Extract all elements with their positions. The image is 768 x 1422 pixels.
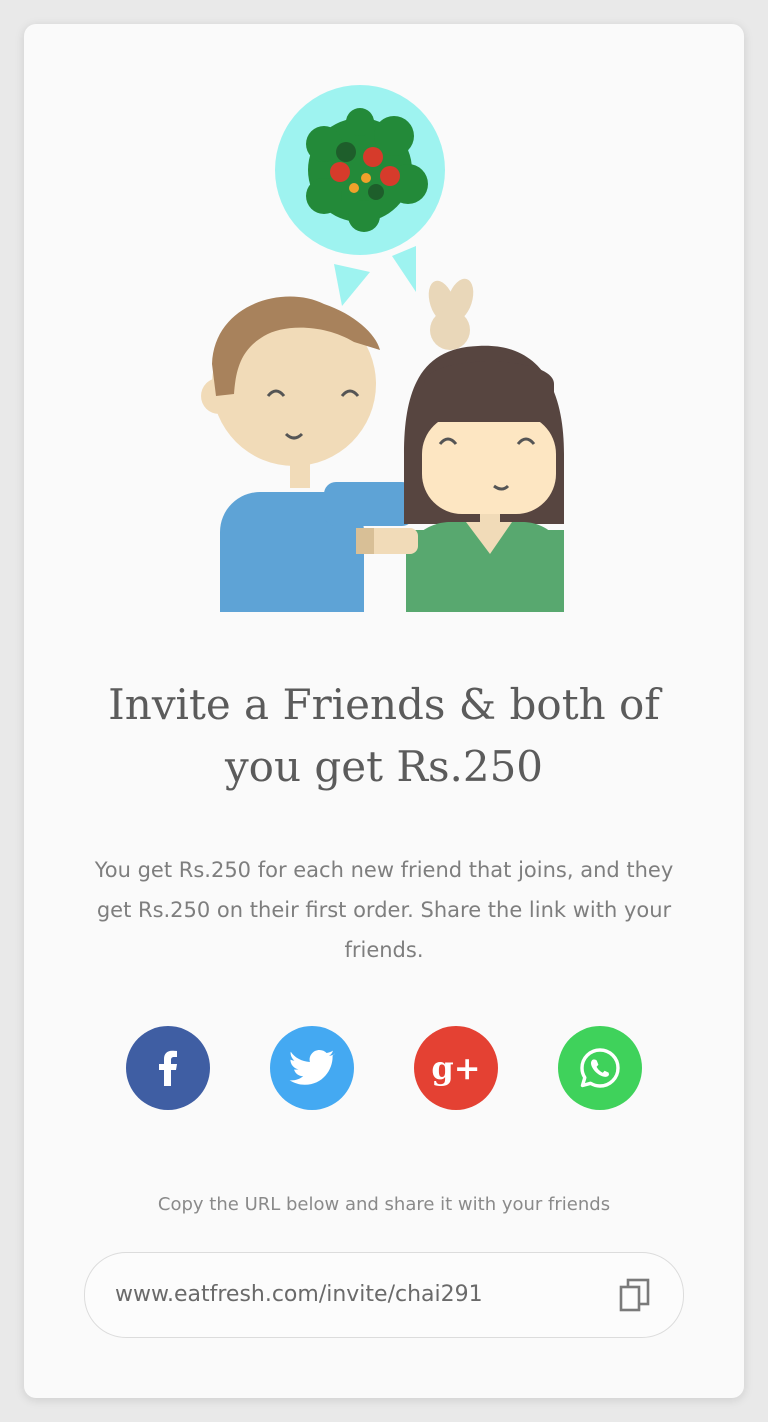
google-plus-share-button[interactable]: g+ xyxy=(414,1026,498,1110)
invite-card: Invite a Friends & both of you get Rs.25… xyxy=(24,24,744,1398)
page-title: Invite a Friends & both of you get Rs.25… xyxy=(108,680,660,791)
invite-description: You get Rs.250 for each new friend that … xyxy=(94,858,674,962)
girl-figure xyxy=(356,345,564,612)
boy-figure xyxy=(201,296,414,612)
copy-icon[interactable] xyxy=(617,1277,653,1313)
facebook-icon xyxy=(159,1050,177,1086)
copy-url-hint: Copy the URL below and share it with you… xyxy=(157,1194,611,1215)
invite-url[interactable]: www.eatfresh.com/invite/chai291 xyxy=(115,1280,483,1310)
share-buttons: g+ xyxy=(126,1026,642,1112)
friends-illustration xyxy=(201,85,564,612)
whatsapp-share-button[interactable] xyxy=(558,1026,642,1110)
whatsapp-icon xyxy=(580,1048,620,1088)
facebook-share-button[interactable] xyxy=(126,1026,210,1110)
twitter-icon xyxy=(289,1050,335,1085)
google-plus-icon: g+ xyxy=(431,1049,481,1087)
twitter-share-button[interactable] xyxy=(270,1026,354,1110)
invite-url-field[interactable]: www.eatfresh.com/invite/chai291 xyxy=(84,1252,684,1338)
peace-hand-icon xyxy=(428,278,474,350)
